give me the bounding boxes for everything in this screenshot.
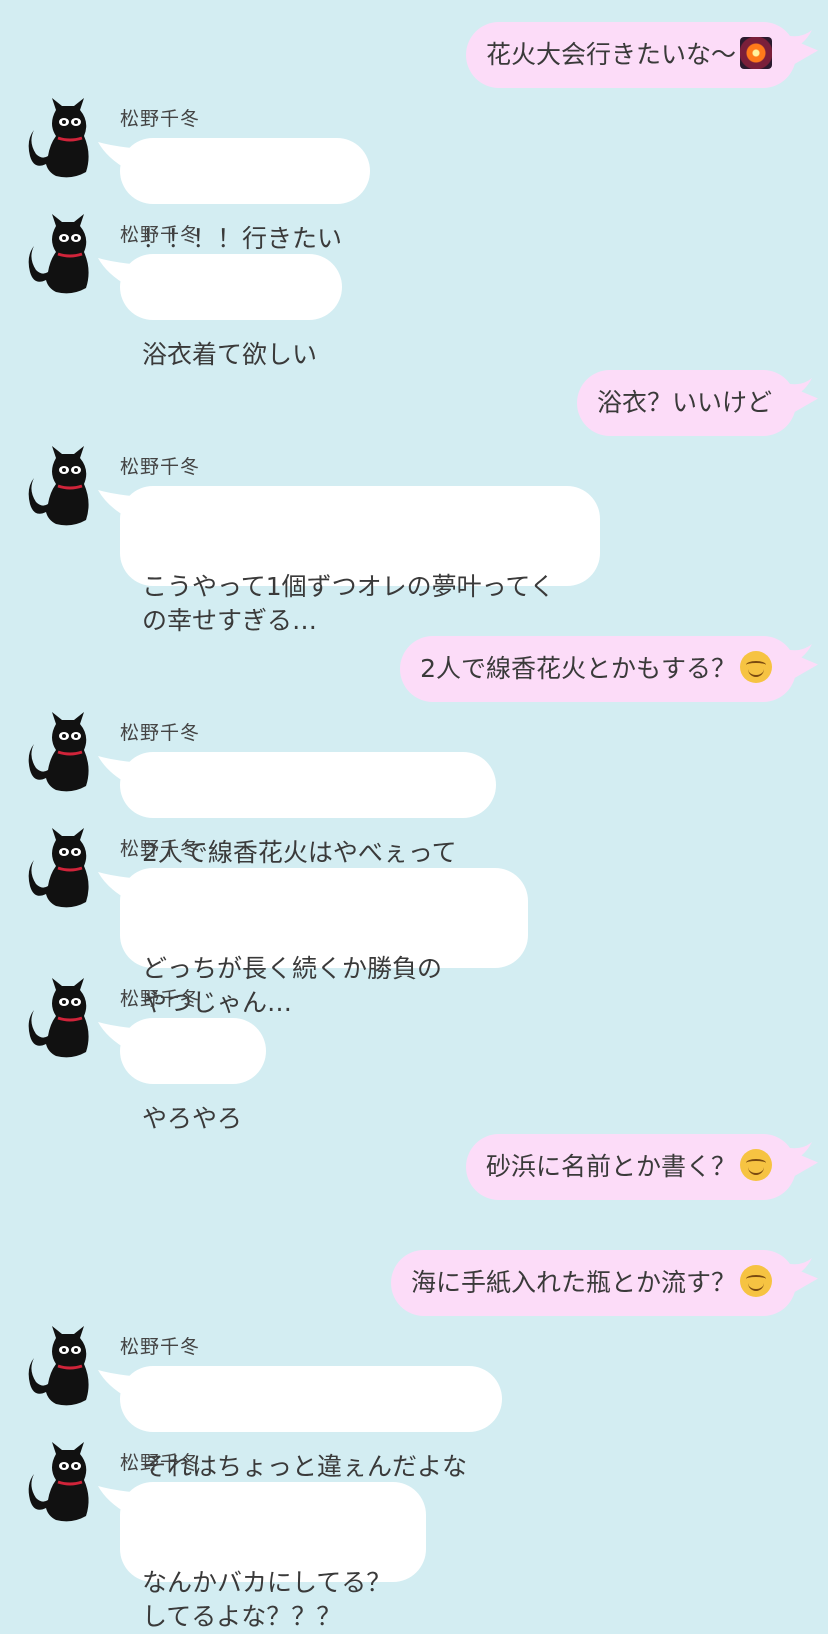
bubble-tail-icon <box>98 258 132 288</box>
avatar[interactable] <box>12 444 98 530</box>
sender-name: 松野千冬 <box>120 988 201 1010</box>
message-text: 海に手紙入れた瓶とか流す？ <box>410 1268 736 1297</box>
message-text: 砂浜に名前とか書く？ <box>485 1152 736 1181</box>
avatar[interactable] <box>12 212 98 298</box>
bubble-tail-icon <box>98 756 132 786</box>
message-text: 浴衣？いいけど <box>596 388 772 417</box>
avatar[interactable] <box>12 710 98 796</box>
received-message-bubble[interactable]: どっちが長く続くか勝負の やつじゃん… <box>98 868 528 1017</box>
avatar[interactable] <box>12 826 98 912</box>
sender-name: 松野千冬 <box>120 108 201 130</box>
sender-name: 松野千冬 <box>120 224 201 246</box>
bubble-tail-icon <box>782 30 812 52</box>
received-message-bubble[interactable]: やろやろ <box>98 1018 266 1133</box>
sent-message-bubble[interactable]: 花火大会行きたいな〜 <box>465 22 812 88</box>
received-message-bubble[interactable]: 浴衣着て欲しい <box>98 254 342 369</box>
firework-emoji-icon <box>740 37 772 69</box>
sender-name: 松野千冬 <box>120 838 201 860</box>
avatar[interactable] <box>12 1324 98 1410</box>
smiling-face-emoji-icon <box>740 1265 772 1297</box>
sent-message-bubble[interactable]: 砂浜に名前とか書く？ <box>465 1134 812 1200</box>
bubble-tail-icon <box>782 378 812 400</box>
bubble-tail-icon <box>98 490 132 520</box>
sender-name: 松野千冬 <box>120 1452 201 1474</box>
sent-message-bubble[interactable]: 2人で線香花火とかもする？ <box>400 636 812 702</box>
smiling-face-emoji-icon <box>740 1149 772 1181</box>
message-text: なんかバカにしてる？ してるよな？？？ <box>142 1568 392 1631</box>
chat-thread: 花火大会行きたいな〜 松野千冬 ！！！！行きたい 松野千冬 浴衣着て欲しい 浴衣… <box>0 0 828 1631</box>
avatar[interactable] <box>12 976 98 1062</box>
received-message-bubble[interactable]: こうやって1個ずつオレの夢叶ってく の幸せすぎる… <box>98 486 600 635</box>
sender-name: 松野千冬 <box>120 722 201 744</box>
message-text: 浴衣着て欲しい <box>142 340 318 369</box>
received-message-bubble[interactable]: なんかバカにしてる？ してるよな？？？ <box>98 1482 426 1631</box>
received-message-bubble[interactable]: 2人で線香花火はやべぇって <box>98 752 496 867</box>
bubble-tail-icon <box>98 1370 132 1400</box>
received-message-bubble[interactable]: ！！！！行きたい <box>98 138 370 253</box>
avatar[interactable] <box>12 1440 98 1526</box>
smiling-face-emoji-icon <box>740 651 772 683</box>
sender-name: 松野千冬 <box>120 1336 201 1358</box>
bubble-tail-icon <box>98 1486 132 1516</box>
sent-message-bubble[interactable]: 浴衣？いいけど <box>576 370 812 436</box>
message-text: やろやろ <box>142 1104 243 1133</box>
bubble-tail-icon <box>782 644 812 666</box>
bubble-tail-icon <box>98 1022 132 1052</box>
message-text: 花火大会行きたいな〜 <box>485 40 736 69</box>
avatar[interactable] <box>12 96 98 182</box>
sent-message-bubble[interactable]: 海に手紙入れた瓶とか流す？ <box>390 1250 812 1316</box>
sender-name: 松野千冬 <box>120 456 201 478</box>
bubble-tail-icon <box>782 1142 812 1164</box>
message-text: こうやって1個ずつオレの夢叶ってく の幸せすぎる… <box>142 572 555 635</box>
received-message-bubble[interactable]: それはちょっと違ぇんだよな <box>98 1366 502 1481</box>
message-text: 2人で線香花火とかもする？ <box>420 654 736 683</box>
bubble-tail-icon <box>98 872 132 902</box>
bubble-tail-icon <box>98 142 132 172</box>
bubble-tail-icon <box>782 1258 812 1280</box>
